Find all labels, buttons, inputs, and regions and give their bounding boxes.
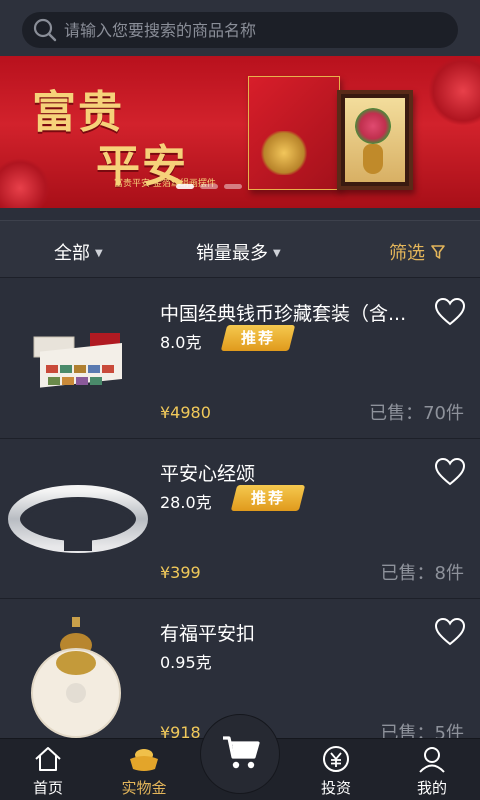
tab-label: 首页 xyxy=(32,779,63,797)
product-sold-count: 已售：70件 xyxy=(369,403,464,424)
filter-all-dropdown[interactable]: 全部 ▼ xyxy=(54,239,103,265)
tab-mine[interactable]: 我的 xyxy=(384,739,480,800)
product-weight: 8.0克 xyxy=(160,333,202,352)
filter-bar: 全部 ▼ 销量最多 ▼ 筛选 xyxy=(0,220,480,278)
sort-label: 销量最多 xyxy=(196,243,268,264)
gift-box-image xyxy=(248,76,340,190)
home-icon xyxy=(33,745,63,773)
filter-button[interactable]: 筛选 xyxy=(389,239,445,265)
gold-ingot-icon xyxy=(129,745,159,773)
product-list: 中国经典钱币珍藏套装（含... 8.0克 推荐 ¥4980 已售：70件 平安心… xyxy=(0,279,480,759)
product-name: 平安心经颂 xyxy=(160,463,256,485)
tab-home[interactable]: 首页 xyxy=(0,739,96,800)
product-name: 中国经典钱币珍藏套装（含... xyxy=(160,303,407,325)
tab-label: 投资 xyxy=(320,779,351,797)
user-icon xyxy=(417,745,447,773)
pagination-dot[interactable] xyxy=(224,184,242,189)
peony-decoration xyxy=(0,158,50,208)
search-input[interactable] xyxy=(64,20,444,40)
product-name: 有福平安扣 xyxy=(160,623,256,645)
cart-button[interactable] xyxy=(200,714,280,794)
caret-down-icon: ▼ xyxy=(95,248,103,259)
funnel-icon xyxy=(431,244,445,265)
product-weight: 28.0克 xyxy=(160,493,212,512)
filter-label: 筛选 xyxy=(389,243,425,264)
product-price: ¥399 xyxy=(160,563,201,582)
recommend-badge: 推荐 xyxy=(230,485,306,511)
product-item[interactable]: 中国经典钱币珍藏套装（含... 8.0克 推荐 ¥4980 已售：70件 xyxy=(0,279,480,439)
filter-all-label: 全部 xyxy=(54,243,90,264)
cart-icon xyxy=(223,736,260,769)
pagination-dot[interactable] xyxy=(176,184,194,189)
tab-label: 实物金 xyxy=(121,779,167,797)
pagination-dot[interactable] xyxy=(200,184,218,189)
peony-decoration xyxy=(428,56,480,126)
heart-icon[interactable] xyxy=(434,457,466,487)
recommend-badge: 推荐 xyxy=(220,325,296,351)
search-icon xyxy=(30,15,60,45)
caret-down-icon: ▼ xyxy=(273,248,281,259)
divider xyxy=(0,208,480,220)
product-price: ¥4980 xyxy=(160,403,211,422)
banner-pagination xyxy=(176,184,242,189)
header xyxy=(0,0,480,56)
tab-physical-gold[interactable]: 实物金 xyxy=(96,739,192,800)
product-item[interactable]: 平安心经颂 28.0克 推荐 ¥399 已售：8件 xyxy=(0,439,480,599)
product-image-bangle xyxy=(8,449,148,589)
framed-peony-image xyxy=(337,90,413,190)
tab-invest[interactable]: 投资 xyxy=(288,739,384,800)
product-image-coin-set xyxy=(8,289,148,429)
product-image-jade-pendant xyxy=(8,609,148,749)
heart-icon[interactable] xyxy=(434,297,466,327)
heart-icon[interactable] xyxy=(434,617,466,647)
yuan-coin-icon xyxy=(321,745,351,773)
product-weight: 0.95克 xyxy=(160,653,212,672)
search-bar[interactable] xyxy=(22,12,458,48)
product-sold-count: 已售：8件 xyxy=(380,563,464,584)
tab-label: 我的 xyxy=(416,779,447,797)
sort-dropdown[interactable]: 销量最多 ▼ xyxy=(196,239,281,265)
